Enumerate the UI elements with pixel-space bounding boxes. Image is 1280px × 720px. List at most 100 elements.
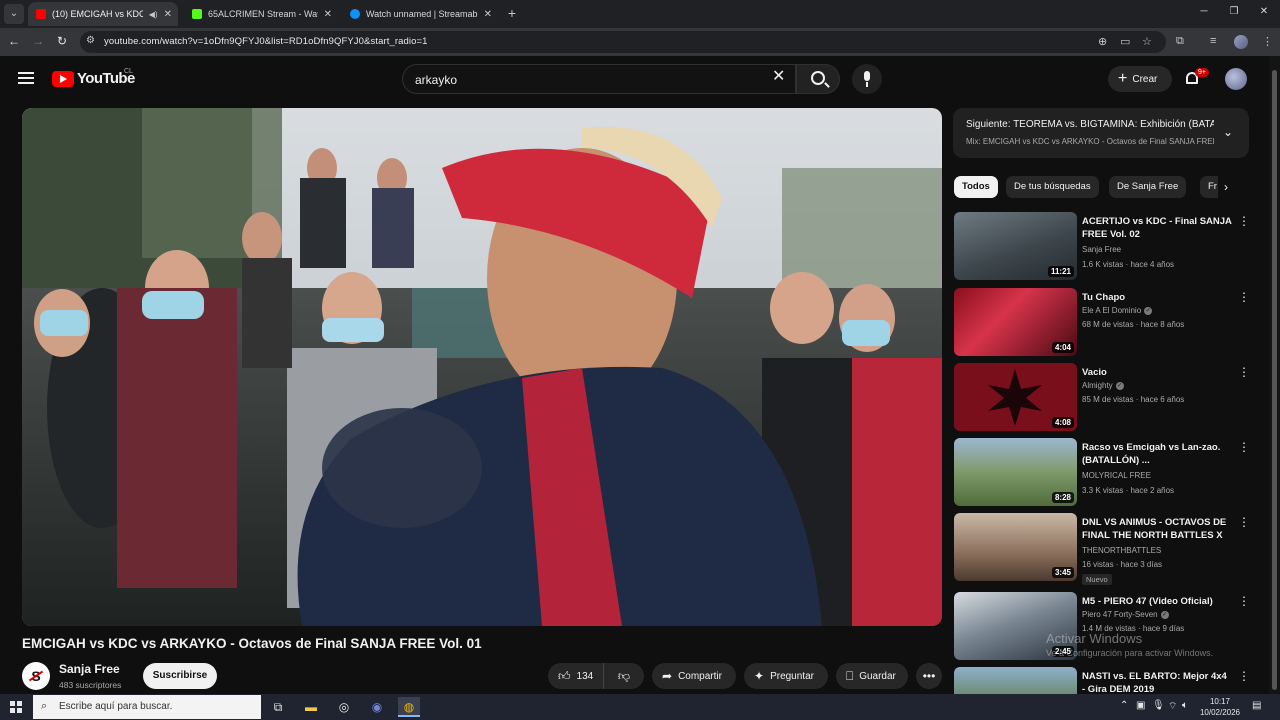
chip-more[interactable]: Fr — [1200, 176, 1218, 198]
channel-label: Almighty — [1082, 381, 1113, 390]
system-clock[interactable]: 10:17 10/02/2026 — [1198, 696, 1242, 718]
search-query[interactable]: arkayko — [415, 73, 457, 87]
channel-name[interactable]: THENORTHBATTLES — [1082, 546, 1161, 555]
video-thumbnail[interactable]: 4:04 — [954, 288, 1077, 356]
video-thumbnail[interactable]: 4:08 — [954, 363, 1077, 431]
video-thumbnail[interactable]: 3:45 — [954, 513, 1077, 581]
channel-avatar[interactable]: S — [22, 662, 50, 690]
channel-label: Ele A El Dominio — [1082, 306, 1142, 315]
browser-profile-avatar[interactable] — [1234, 35, 1248, 49]
list-item[interactable]: 8:28 Racso vs Emcigah vs Lan-zao. (BATAL… — [954, 438, 1250, 506]
reload-icon[interactable]: ↻ — [54, 34, 70, 48]
more-icon: ••• — [922, 669, 936, 683]
chip-all[interactable]: Todos — [954, 176, 998, 198]
discord-icon[interactable]: ◉ — [366, 697, 388, 717]
video-meta: 3.3 K vistas · hace 2 años — [1082, 486, 1175, 495]
page-scrollbar[interactable] — [1269, 56, 1280, 694]
forward-icon[interactable]: → — [30, 34, 46, 48]
tab-search-icon[interactable]: ⌄ — [4, 4, 24, 24]
notifications-icon[interactable]: ▤ — [1252, 700, 1261, 711]
bookmark-star-icon[interactable]: ☆ — [1142, 35, 1152, 48]
more-options-icon[interactable]: ⋮ — [1238, 515, 1250, 529]
channel-name[interactable]: MOLYRICAL FREE — [1082, 471, 1151, 480]
channel-name[interactable]: Sanja Free — [59, 662, 120, 676]
channel-name[interactable]: Ele A El Dominio ✓ — [1082, 306, 1153, 315]
chrome-taskbar-icon[interactable]: ◍ — [398, 697, 420, 717]
clear-search-icon[interactable]: ✕ — [772, 66, 785, 86]
network-adapter-icon[interactable]: ▣ — [1136, 700, 1145, 711]
tab-streamable[interactable]: Watch unnamed | Streamable ✕ — [342, 2, 498, 26]
more-options-icon[interactable]: ⋮ — [1238, 365, 1250, 379]
voice-search-button[interactable] — [852, 64, 882, 94]
url-bar[interactable]: ⚙ youtube.com/watch?v=1oDfn9QFYJ0&list=R… — [80, 31, 1166, 53]
windows-start-icon[interactable] — [10, 701, 22, 713]
speaker-icon[interactable]: ◀) — [149, 10, 158, 19]
back-icon[interactable]: ← — [6, 34, 22, 48]
tray-chevron-icon[interactable]: ⌃ — [1120, 700, 1128, 711]
channel-name[interactable]: Almighty ✓ — [1082, 381, 1124, 390]
chip-from-channel[interactable]: De Sanja Free — [1109, 176, 1187, 198]
cast-icon[interactable]: ▭ — [1120, 35, 1130, 48]
more-options-icon[interactable]: ⋮ — [1238, 669, 1250, 683]
site-info-icon[interactable]: ⚙ — [86, 35, 95, 46]
subscribe-button[interactable]: Suscribirse — [143, 663, 217, 689]
video-thumbnail[interactable] — [954, 667, 1077, 694]
ask-button[interactable]: ✦ Preguntar — [744, 663, 828, 689]
tab-search-list-icon[interactable]: ≡ — [1210, 35, 1216, 47]
chip-from-searches[interactable]: De tus búsquedas — [1006, 176, 1099, 198]
more-options-icon[interactable]: ⋮ — [1238, 594, 1250, 608]
video-thumbnail[interactable]: 8:28 — [954, 438, 1077, 506]
minimize-icon[interactable]: ─ — [1194, 6, 1214, 17]
dislike-button[interactable]: 👎︎ — [604, 669, 644, 684]
wifi-icon[interactable]: ⌔ — [1168, 700, 1177, 713]
more-options-icon[interactable]: ⋮ — [1238, 440, 1250, 454]
subscriber-count: 483 suscriptores — [59, 680, 122, 690]
more-actions-button[interactable]: ••• — [916, 663, 942, 689]
extensions-icon[interactable]: ⧉ — [1176, 35, 1184, 48]
channel-name[interactable]: Sanja Free — [1082, 245, 1121, 254]
save-button[interactable]: ⎕ Guardar — [836, 663, 908, 689]
tab-kick[interactable]: 65ALCRIMEN Stream - Watch Live ✕ — [184, 2, 338, 26]
close-window-icon[interactable]: ✕ — [1254, 6, 1274, 17]
volume-icon[interactable]: 🔈︎ — [1182, 700, 1188, 711]
task-view-icon[interactable]: ⧉ — [267, 697, 289, 717]
close-tab-icon[interactable]: ✕ — [324, 9, 332, 20]
windows-taskbar: ⌕ Escribe aquí para buscar. ⧉ ▬ ◎ ◉ ◍ ⌃ … — [0, 694, 1280, 720]
steam-icon[interactable]: ◎ — [333, 697, 355, 717]
tab-title: Watch unnamed | Streamable — [366, 9, 478, 19]
new-tab-icon[interactable]: + — [504, 5, 520, 21]
url-text[interactable]: youtube.com/watch?v=1oDfn9QFYJ0&list=RD1… — [104, 36, 428, 47]
more-options-icon[interactable]: ⋮ — [1238, 290, 1250, 304]
tab-youtube[interactable]: (10) EMCIGAH vs KDC vs ARKAYKO ◀) ✕ — [28, 2, 178, 26]
like-button[interactable]: 👍︎ 134 — [548, 663, 604, 689]
create-button[interactable]: + Crear — [1108, 66, 1172, 92]
zoom-icon[interactable]: ⊕ — [1098, 35, 1107, 48]
restore-icon[interactable]: ❐ — [1224, 6, 1244, 17]
menu-icon[interactable] — [18, 72, 34, 84]
up-next-panel[interactable]: Siguiente: TEOREMA vs. BIGTAMINA: Exhibi… — [953, 108, 1249, 158]
file-explorer-icon[interactable]: ▬ — [300, 697, 322, 717]
list-item[interactable]: NASTI vs. EL BARTO: Mejor 4x4 - Gira DEM… — [954, 667, 1250, 694]
search-input[interactable]: arkayko — [402, 64, 796, 94]
list-item[interactable]: 4:08 Vacio Almighty ✓ 85 M de vistas · ha… — [954, 363, 1250, 431]
microphone-tray-icon[interactable]: 🎙︎ — [1152, 700, 1165, 711]
sparkle-icon: ✦ — [754, 669, 765, 683]
account-avatar[interactable] — [1225, 68, 1247, 90]
close-tab-icon[interactable]: ✕ — [484, 9, 492, 20]
list-item[interactable]: 3:45 DNL VS ANIMUS - OCTAVOS DE FINAL TH… — [954, 513, 1250, 585]
share-button[interactable]: ➦ Compartir — [652, 663, 736, 689]
more-options-icon[interactable]: ⋮ — [1238, 214, 1250, 228]
close-tab-icon[interactable]: ✕ — [164, 9, 172, 20]
taskbar-search-input[interactable]: ⌕ Escribe aquí para buscar. — [33, 695, 261, 719]
search-button[interactable] — [796, 64, 840, 94]
chevron-down-icon[interactable]: ⌄ — [1223, 125, 1233, 139]
youtube-logo[interactable]: YouTube — [52, 70, 135, 87]
chevron-right-icon[interactable]: › — [1224, 180, 1228, 194]
chrome-menu-icon[interactable]: ⋮ — [1262, 35, 1273, 48]
list-item[interactable]: 4:04 Tu Chapo Ele A El Dominio ✓ 68 M de … — [954, 288, 1250, 356]
list-item[interactable]: 11:21 ACERTIJO vs KDC - Final SANJA FREE… — [954, 212, 1250, 280]
scrollbar-thumb[interactable] — [1272, 70, 1277, 690]
video-player[interactable] — [22, 108, 942, 626]
video-thumbnail[interactable]: 11:21 — [954, 212, 1077, 280]
channel-name[interactable]: Piero 47 Forty-Seven ✓ — [1082, 610, 1169, 619]
